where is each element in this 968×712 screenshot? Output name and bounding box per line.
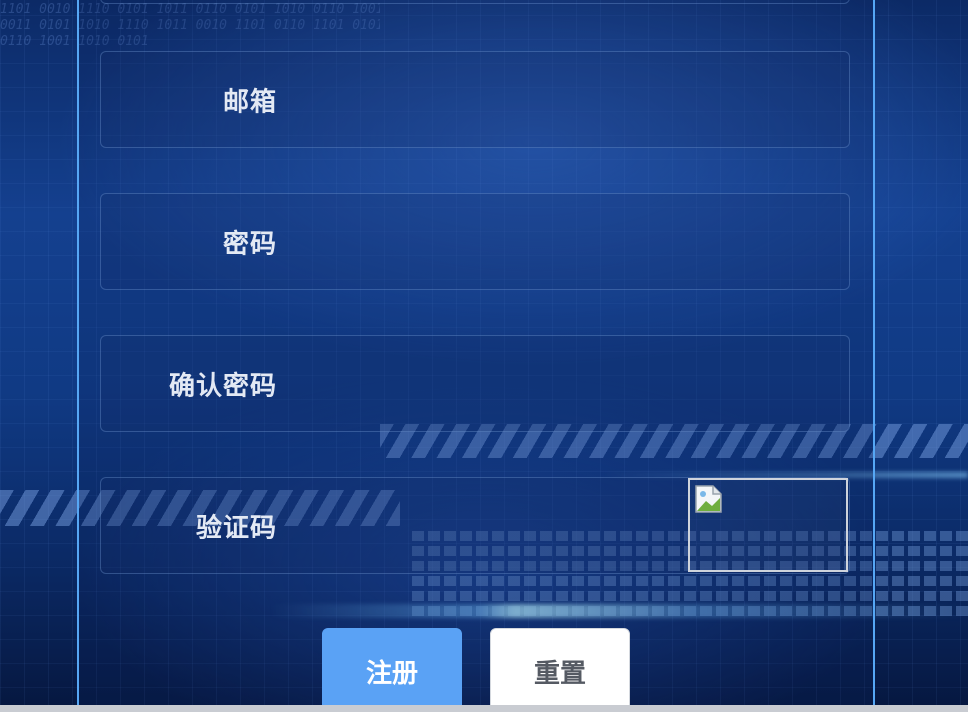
email-label: 邮箱 (222, 87, 277, 117)
email-input[interactable] (291, 64, 831, 136)
captcha-label: 验证码 (195, 513, 277, 543)
captcha-image[interactable] (688, 478, 848, 572)
reset-button[interactable]: 重置 (490, 628, 630, 712)
confirm-password-label: 确认密码 (168, 371, 277, 401)
confirm-password-input[interactable] (291, 348, 831, 420)
confirm-password-field-row: 确认密码 (100, 335, 850, 432)
captcha-input[interactable] (291, 490, 671, 562)
password-input[interactable] (291, 206, 831, 278)
register-button[interactable]: 注册 (322, 628, 462, 712)
bottom-edge-bar (0, 705, 968, 712)
broken-image-icon (695, 485, 722, 513)
email-field-row: 邮箱 (100, 51, 850, 148)
password-field-row: 密码 (100, 193, 850, 290)
password-label: 密码 (222, 229, 277, 259)
previous-field-edge (100, 0, 850, 4)
